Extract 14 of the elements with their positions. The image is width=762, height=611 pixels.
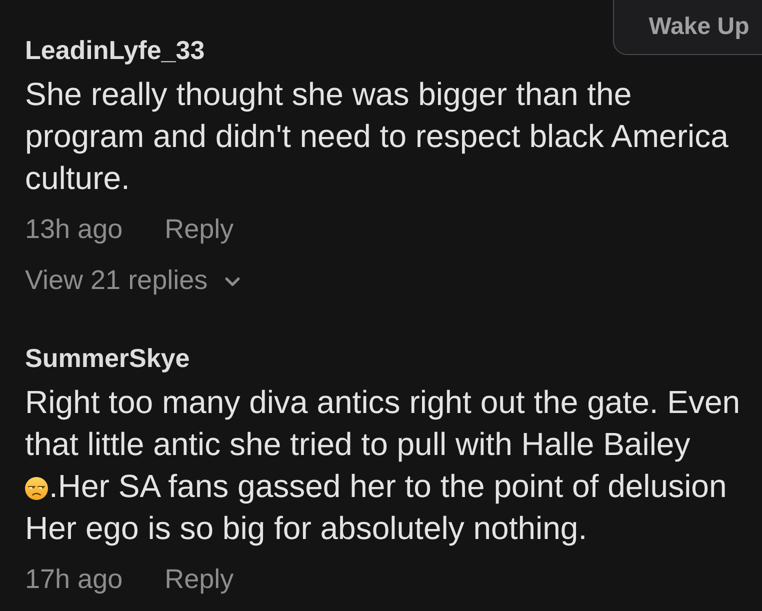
username: SummerSkye xyxy=(25,343,190,373)
comment-text: .Her SA fans gassed her to the point of delusion xyxy=(49,468,727,504)
wake-up-button[interactable]: Wake Up xyxy=(613,0,762,55)
username: LeadinLyfe_33 xyxy=(25,35,205,65)
timestamp: 13h ago xyxy=(25,213,123,246)
timestamp: 17h ago xyxy=(25,563,123,596)
comment-text: Her ego is so big for absolutely nothing. xyxy=(25,510,588,546)
reply-button[interactable]: Reply xyxy=(164,211,234,247)
reply-button[interactable]: Reply xyxy=(164,561,234,597)
chevron-down-icon xyxy=(224,276,240,286)
view-replies-button[interactable]: View 21 replies xyxy=(25,262,240,298)
comment-text: She really thought she was bigger than the program and didn't need to respect black America culture. xyxy=(25,76,728,196)
unamused-face-icon xyxy=(25,477,48,500)
comment-text: Right too many diva antics right out the gate. Even that little antic she tried to pull with Halle Bailey xyxy=(25,384,740,462)
